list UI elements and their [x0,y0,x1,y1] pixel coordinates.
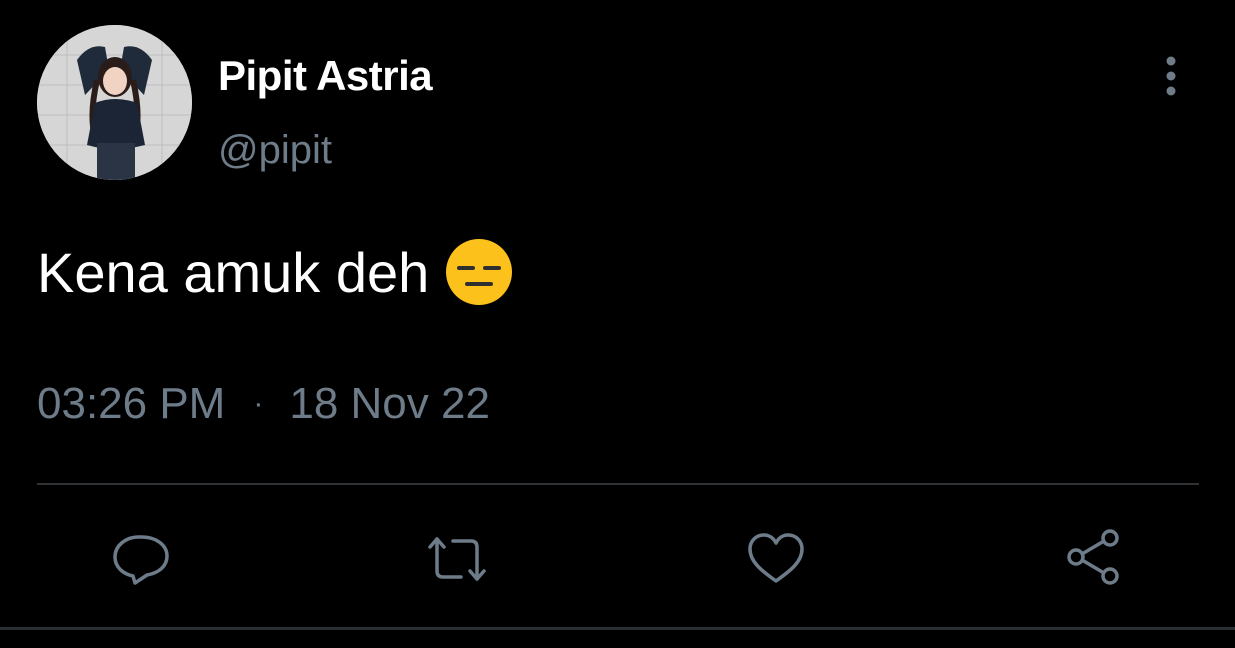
tweet-text: Kena amuk deh [37,238,513,306]
avatar-photo [37,25,192,180]
more-options-button[interactable] [1156,54,1186,98]
reply-button[interactable] [109,527,173,591]
author-handle[interactable]: @pipit [218,128,332,173]
retweet-icon [428,537,486,581]
like-button[interactable] [744,527,808,591]
tweet-time: 03:26 PM [37,379,226,428]
avatar[interactable] [37,25,192,180]
retweet-button[interactable] [425,527,489,591]
share-button[interactable] [1062,527,1126,591]
tweet-card: Pipit Astria @pipit Kena amuk deh 03:26 … [0,0,1235,648]
author-display-name[interactable]: Pipit Astria [218,52,433,100]
share-icon [1067,529,1119,585]
bottom-divider [0,627,1235,630]
more-vertical-icon [1166,56,1176,96]
comment-icon [113,535,169,585]
tweet-text-content: Kena amuk deh [37,240,430,304]
tweet-timestamp[interactable]: 03:26 PM · 18 Nov 22 [37,379,490,429]
timestamp-separator: · [253,387,264,420]
tweet-date: 18 Nov 22 [289,379,490,428]
divider [37,483,1199,485]
expressionless-face-emoji [445,238,513,306]
heart-icon [748,533,804,583]
